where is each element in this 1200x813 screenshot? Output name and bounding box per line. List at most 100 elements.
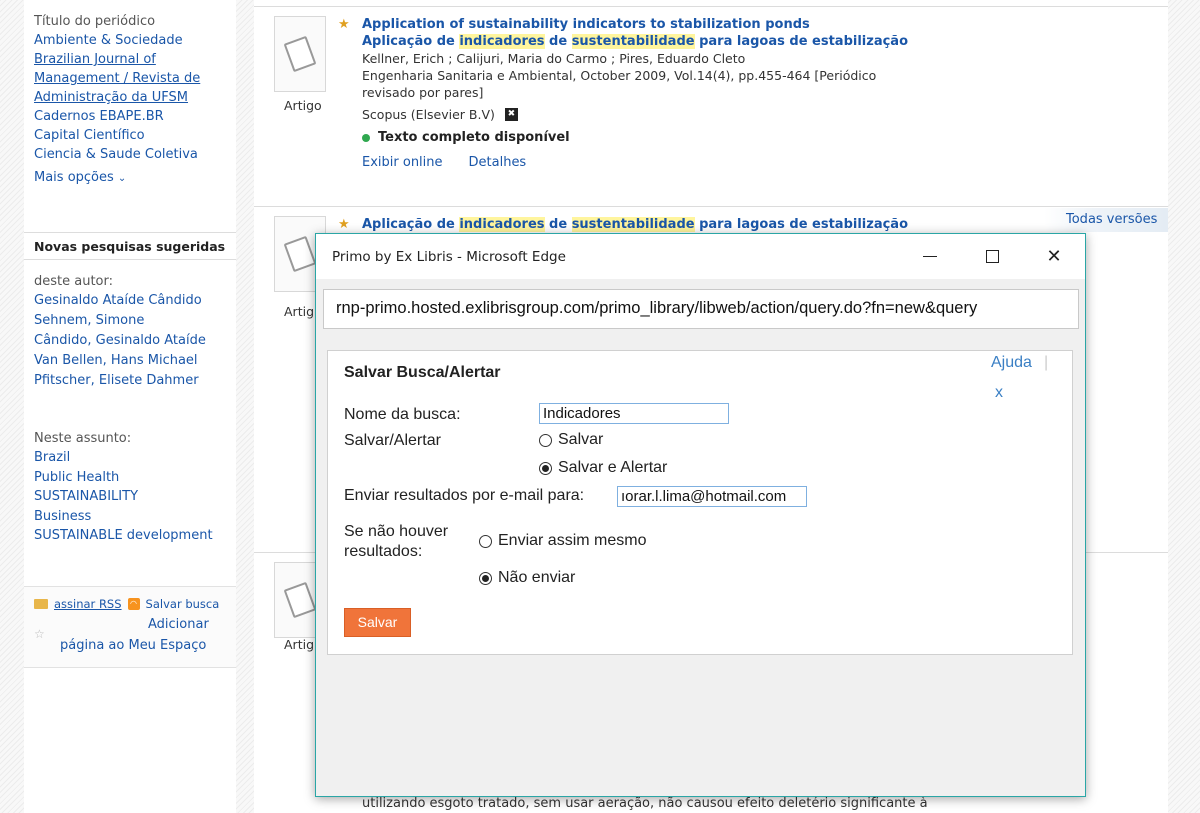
view-online-link[interactable]: Exibir online — [362, 155, 443, 170]
result-item: ★ Aplicação de indicadores de sustentabil… — [338, 216, 970, 233]
document-icon — [283, 35, 317, 73]
suggested-searches-heading: Novas pesquisas sugeridas — [24, 232, 236, 260]
title-highlight: sustentabilidade — [571, 34, 695, 49]
radio-do-not-send[interactable]: Não enviar — [479, 569, 575, 587]
search-tools-box: assinar RSS ◠ Salvar busca ☆ Adicionar p… — [24, 586, 236, 668]
journal-facet-title: Título do periódico — [34, 14, 156, 29]
result-type-label: Artigo — [284, 98, 322, 113]
result-title-pt[interactable]: Aplicação de indicadores de sustentabili… — [350, 33, 970, 50]
available-dot-icon — [362, 133, 370, 142]
subject-link[interactable]: Public Health — [34, 468, 213, 488]
search-name-label: Nome da busca: — [344, 406, 461, 423]
radio-send-anyway[interactable]: Enviar assim mesmo — [479, 532, 646, 550]
add-to-my-space[interactable]: ☆ Adicionar página ao Meu Espaço — [34, 617, 226, 657]
more-options-link[interactable]: Mais opções ⌄ — [34, 170, 200, 185]
subject-link[interactable]: SUSTAINABLE development — [34, 526, 213, 546]
no-results-label: Se não houver resultados: — [344, 522, 448, 562]
edge-popup-window: Primo by Ex Libris - Microsoft Edge ✕ rn… — [315, 233, 1086, 797]
help-link[interactable]: Ajuda — [991, 354, 1032, 372]
title-highlight: sustentabilidade — [571, 217, 695, 232]
radio-save-and-alert[interactable]: Salvar e Alertar — [539, 459, 667, 477]
minimize-button[interactable] — [899, 234, 961, 279]
rss-subscribe-link[interactable]: assinar RSS — [54, 597, 122, 611]
facet-item[interactable]: Cadernos EBAPE.BR — [34, 107, 200, 126]
title-part: Aplicação de — [362, 217, 460, 232]
title-highlight: indicadores — [459, 34, 545, 49]
save-search-link[interactable]: Salvar busca — [146, 597, 220, 611]
author-link[interactable]: Cândido, Gesinaldo Ataíde — [34, 331, 206, 351]
search-name-input[interactable]: Indicadores — [539, 403, 729, 424]
author-link[interactable]: Sehnem, Simone — [34, 311, 206, 331]
chevron-down-icon: ⌄ — [117, 173, 127, 184]
star-outline-icon: ☆ — [34, 627, 45, 641]
minimize-icon — [923, 256, 937, 257]
author-suggestions: deste autor: Gesinaldo Ataíde Cândido Se… — [34, 272, 206, 391]
maximize-button[interactable] — [961, 234, 1023, 279]
radio-save-and-alert-label: Salvar e Alertar — [558, 459, 668, 476]
star-icon[interactable]: ★ — [338, 216, 350, 233]
title-part: Aplicação de — [362, 34, 460, 49]
page-background-left — [0, 0, 24, 813]
no-results-label-line1: Se não houver — [344, 523, 449, 540]
result-source-text: Scopus (Elsevier B.V) — [362, 107, 495, 122]
address-bar[interactable]: rnp-primo.hosted.exlibrisgroup.com/primo… — [323, 289, 1079, 329]
title-highlight: indicadores — [459, 217, 545, 232]
details-link[interactable]: Detalhes — [469, 155, 527, 170]
close-box-icon[interactable]: ✖ — [504, 108, 518, 121]
journal-facet: Título do periódico Ambiente & Sociedade… — [34, 12, 200, 185]
result-separator — [254, 6, 1168, 7]
no-results-label-line2: resultados: — [344, 543, 423, 560]
result-type-label: Artig — [284, 304, 314, 319]
subject-suggestions: Neste assunto: Brazil Public Health SUST… — [34, 429, 213, 546]
result-source: Scopus (Elsevier B.V) ✖ — [350, 107, 970, 122]
result-item: ★ Application of sustainability indicator… — [338, 16, 970, 170]
form-close-link[interactable]: x — [995, 384, 1003, 402]
author-link[interactable]: Pfitscher, Elisete Dahmer — [34, 371, 206, 391]
facet-item[interactable]: Capital Científico — [34, 126, 200, 145]
save-alert-label: Salvar/Alertar — [344, 432, 441, 449]
save-button[interactable]: Salvar — [344, 608, 411, 637]
result-title-pt[interactable]: ★ Aplicação de indicadores de sustentabil… — [338, 216, 970, 233]
window-titlebar[interactable]: Primo by Ex Libris - Microsoft Edge ✕ — [316, 234, 1085, 279]
facet-item[interactable]: Brazilian Journal of — [34, 50, 200, 69]
title-part: de — [544, 217, 572, 232]
facet-item[interactable]: Administração da UFSM — [34, 88, 200, 107]
radio-button — [479, 534, 492, 548]
more-options-label: Mais opções — [34, 170, 114, 185]
radio-do-not-send-label: Não enviar — [498, 569, 576, 586]
radio-save[interactable]: Salvar — [539, 431, 603, 449]
page-gutter — [236, 0, 254, 813]
radio-send-anyway-label: Enviar assim mesmo — [498, 532, 647, 549]
close-window-button[interactable]: ✕ — [1023, 234, 1085, 279]
result-authors: Kellner, Erich ; Calijuri, Maria do Carm… — [362, 51, 746, 66]
email-input[interactable]: ıorar.l.lima@hotmail.com — [617, 486, 807, 507]
subject-suggestions-title: Neste assunto: — [34, 431, 132, 446]
result-title-en[interactable]: ★ Application of sustainability indicator… — [338, 16, 970, 33]
window-title: Primo by Ex Libris - Microsoft Edge — [332, 248, 566, 265]
title-part: para lagoas de estabilização — [694, 34, 909, 49]
result-links: Exibir online Detalhes — [350, 155, 970, 170]
result-thumbnail[interactable] — [274, 16, 326, 92]
availability-status: Texto completo disponível — [350, 130, 970, 145]
rss-icon: ◠ — [127, 598, 140, 610]
result-title-en-text: Application of sustainability indicators… — [362, 17, 810, 32]
result-citation: Engenharia Sanitaria e Ambiental, Octobe… — [362, 68, 877, 83]
add-page-label-line1: Adicionar — [148, 617, 209, 632]
author-link[interactable]: Van Bellen, Hans Michael — [34, 351, 206, 371]
author-suggestions-title: deste autor: — [34, 274, 114, 289]
facet-item[interactable]: Management / Revista de — [34, 69, 200, 88]
author-link[interactable]: Gesinaldo Ataíde Cândido — [34, 291, 206, 311]
subject-link[interactable]: Brazil — [34, 448, 213, 468]
facet-item[interactable]: Ciencia & Saude Coletiva — [34, 145, 200, 164]
radio-button-selected — [479, 571, 492, 585]
facet-item[interactable]: Ambiente & Sociedade — [34, 31, 200, 50]
result-separator — [254, 206, 1168, 207]
result-type-label: Artig — [284, 637, 314, 652]
close-icon: ✕ — [1046, 246, 1062, 267]
star-icon[interactable]: ★ — [338, 16, 350, 33]
add-page-label-line2: página ao Meu Espaço — [60, 638, 207, 653]
form-title: Salvar Busca/Alertar — [344, 364, 501, 381]
subject-link[interactable]: Business — [34, 507, 213, 527]
all-versions-tab[interactable]: Todas versões — [1044, 208, 1168, 232]
subject-link[interactable]: SUSTAINABILITY — [34, 487, 213, 507]
